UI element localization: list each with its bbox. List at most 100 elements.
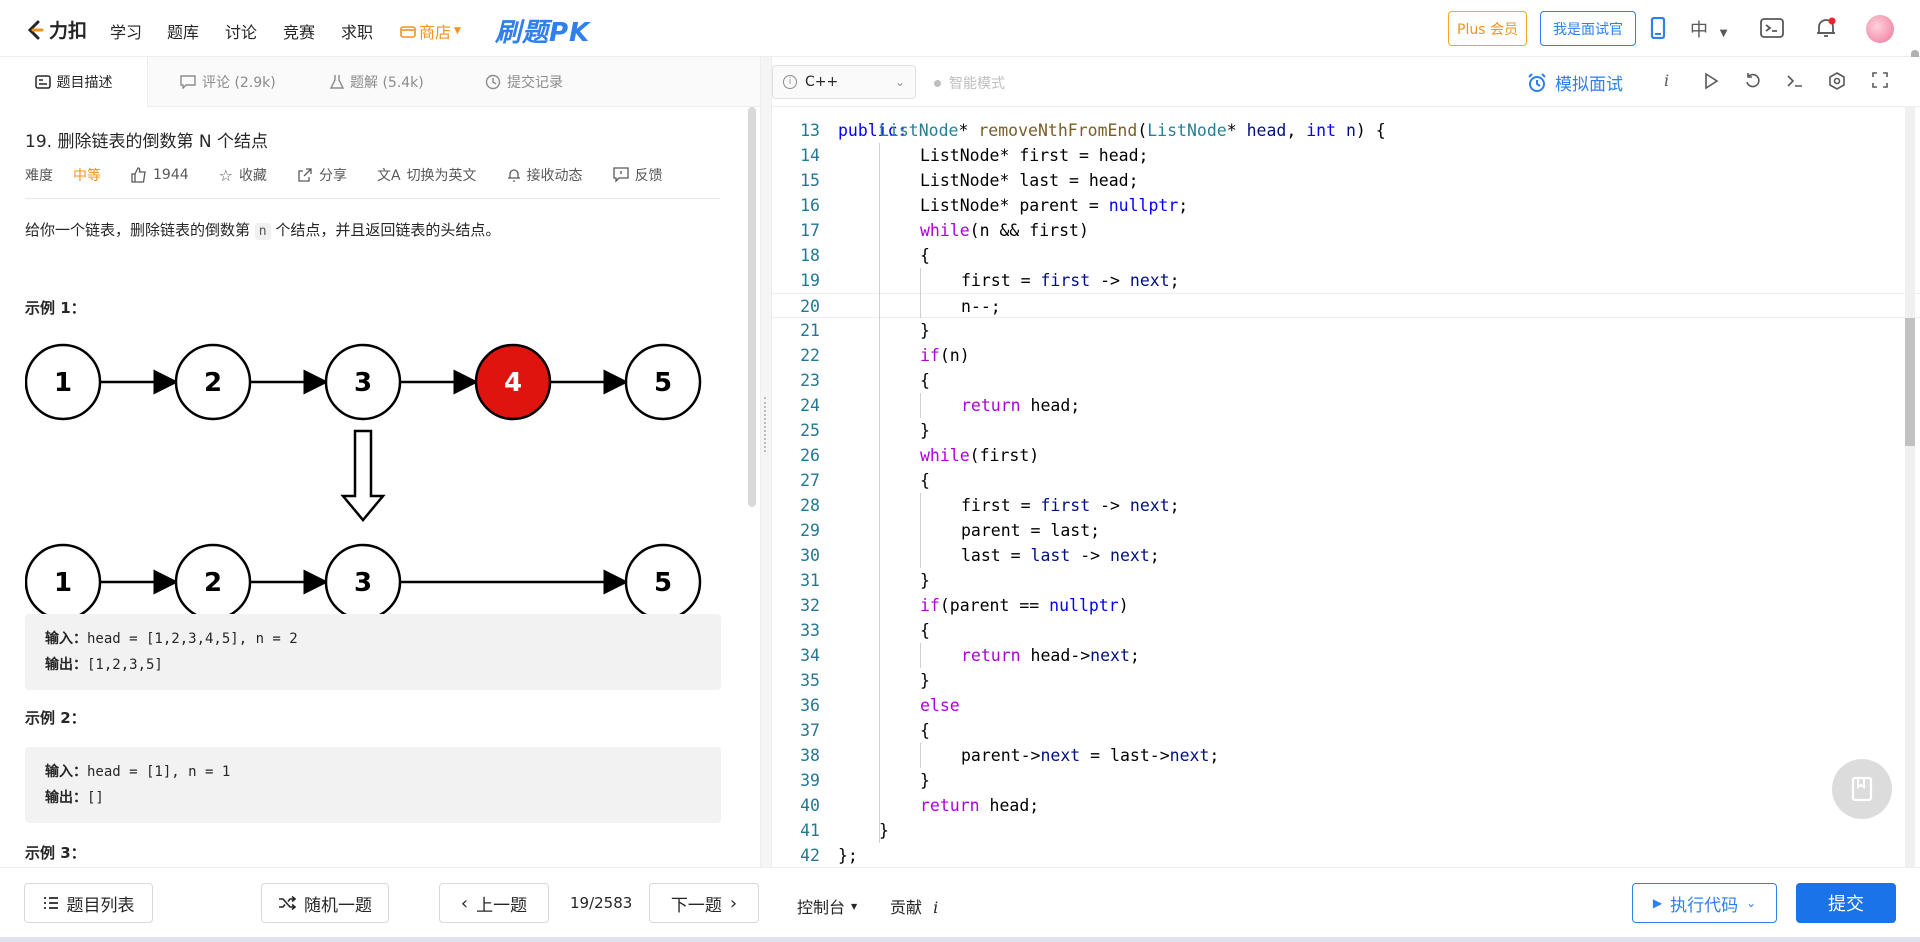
code-text: ListNode* last = head; [920, 171, 1139, 190]
line-number: 23 [800, 371, 820, 390]
line-number: 41 [800, 821, 820, 840]
chevron-down-icon: ⌄ [1746, 896, 1757, 910]
smart-mode-toggle[interactable]: 智能模式 [934, 73, 1005, 93]
original-list: 1 2 3 4 5 [25, 343, 702, 421]
subscribe-button[interactable]: 接收动态 [507, 165, 583, 185]
tab-description-label: 题目描述 [56, 75, 113, 91]
left-scrollbar[interactable] [748, 107, 756, 507]
switch-language-button[interactable]: 文A 切换为英文 [377, 165, 477, 185]
contribute-label: 贡献 [890, 898, 923, 917]
nav-jobs[interactable]: 求职 [341, 19, 373, 43]
nav-learn[interactable]: 学习 [110, 19, 142, 43]
run-code-button[interactable]: ▶ 执行代码 ⌄ [1632, 883, 1777, 923]
code-text: { [920, 621, 930, 640]
code-line: 32 if(parent == nullptr) [772, 593, 1920, 618]
problem-list-button[interactable]: 题目列表 [24, 883, 153, 923]
example-2-input: head = [1], n = 1 [87, 764, 231, 780]
language-switcher[interactable]: 中 ▼ [1690, 16, 1727, 42]
code-text: { [920, 246, 930, 265]
nav-shop[interactable]: 商店 ▼ [400, 19, 461, 43]
nav-shop-label: 商店 [419, 23, 452, 42]
leetcode-logo[interactable]: 力扣 [25, 16, 87, 43]
indent-guide [920, 393, 921, 418]
list-node-label: 3 [354, 368, 372, 398]
drag-handle-icon[interactable] [764, 397, 768, 452]
tab-comments[interactable]: 评论 (2.9k) [180, 57, 276, 107]
terminal-icon[interactable] [1786, 72, 1804, 90]
feedback-icon [612, 167, 629, 183]
tab-submissions-label: 提交记录 [507, 75, 563, 91]
nav-contest[interactable]: 竞赛 [283, 19, 315, 43]
problem-description: 给你一个链表，删除链表的倒数第 n 个结点，并且返回链表的头结点。 [25, 219, 500, 240]
terminal-window-icon[interactable] [1760, 18, 1784, 38]
like-button[interactable]: 1944 [131, 167, 189, 183]
example-1-box: 输入：head = [1,2,3,4,5], n = 2 输出：[1,2,3,5… [25, 614, 721, 690]
example-3-title: 示例 3： [25, 844, 86, 862]
nav-discuss[interactable]: 讨论 [225, 19, 257, 43]
reset-icon[interactable] [1744, 72, 1762, 90]
line-number: 31 [800, 571, 820, 590]
line-number: 19 [800, 271, 820, 290]
notes-button[interactable] [1832, 759, 1892, 819]
line-number: 24 [800, 396, 820, 415]
prev-problem-button[interactable]: ‹ 上一题 [439, 883, 549, 923]
tab-submissions[interactable]: 提交记录 [485, 57, 563, 107]
feedback-button[interactable]: 反馈 [612, 165, 663, 185]
code-text: ListNode* parent = nullptr; [920, 196, 1189, 215]
chevron-right-icon: › [729, 892, 738, 914]
indent-guide [920, 493, 921, 568]
line-number: 26 [800, 446, 820, 465]
code-line: 31} [772, 568, 1920, 593]
line-number: 36 [800, 696, 820, 715]
next-problem-button[interactable]: 下一题 › [649, 883, 759, 923]
settings-icon[interactable] [1828, 72, 1846, 90]
line-number: 27 [800, 471, 820, 490]
interviewer-button[interactable]: 我是面试官 [1540, 11, 1636, 46]
code-editor[interactable]: public: 13 ListNode* removeNthFromEnd(Lis… [772, 107, 1920, 867]
editor-scrollbar-track[interactable] [1905, 107, 1915, 867]
thumbs-up-icon [131, 167, 146, 183]
mock-interview-button[interactable]: 模拟面试 [1527, 70, 1623, 95]
nav-problems[interactable]: 题库 [167, 19, 199, 43]
play-icon: ▶ [1652, 896, 1663, 910]
code-line: 30 last = last -> next; [772, 543, 1920, 568]
mobile-icon[interactable] [1650, 17, 1666, 39]
submit-button[interactable]: 提交 [1796, 883, 1896, 923]
code-line: 33 { [772, 618, 1920, 643]
share-icon [298, 168, 312, 182]
console-toggle[interactable]: 控制台 ▼ [797, 894, 857, 918]
chevron-down-icon: ▼ [454, 26, 461, 36]
mock-interview-label: 模拟面试 [1555, 75, 1623, 95]
language-select[interactable]: i C++ ⌄ [772, 65, 916, 99]
code-text: return head; [920, 796, 1040, 815]
random-problem-button[interactable]: 随机一题 [261, 883, 389, 923]
tab-solutions[interactable]: 题解 (5.4k) [330, 57, 424, 107]
pk-logo[interactable]: 刷题PK [495, 12, 590, 49]
avatar[interactable] [1866, 15, 1894, 43]
bell-icon[interactable] [1814, 16, 1838, 40]
info-icon[interactable]: i [1664, 71, 1669, 90]
random-problem-label: 随机一题 [304, 895, 372, 916]
tab-description[interactable]: 题目描述 [0, 57, 148, 107]
editor-scrollbar-thumb[interactable] [1905, 318, 1915, 446]
code-line: 39} [772, 768, 1920, 793]
code-line: public: [772, 107, 1920, 140]
favorite-button[interactable]: ☆ 收藏 [219, 165, 267, 185]
clock-icon [485, 74, 501, 90]
contribute-button[interactable]: 贡献 i [890, 894, 938, 918]
problem-meta: 难度 中等 1944 ☆ 收藏 分享 文A 切换为英文 接收动态 反馈 [25, 161, 720, 189]
code-line: 36 else [772, 693, 1920, 718]
panel-splitter[interactable] [760, 57, 772, 867]
tab-solutions-label: 题解 (5.4k) [350, 75, 424, 91]
share-button[interactable]: 分享 [297, 165, 347, 185]
line-number: 17 [800, 221, 820, 240]
dot-icon [934, 79, 941, 87]
play-icon[interactable] [1703, 72, 1719, 90]
code-line: 38 parent->next = last->next; [772, 743, 1920, 768]
plus-member-button[interactable]: Plus 会员 [1448, 11, 1527, 46]
leetcode-logo-icon [27, 20, 44, 39]
code-text: { [920, 721, 930, 740]
code-line: 28 first = first -> next; [772, 493, 1920, 518]
console-label: 控制台 [797, 898, 846, 917]
fullscreen-icon[interactable] [1872, 72, 1888, 88]
